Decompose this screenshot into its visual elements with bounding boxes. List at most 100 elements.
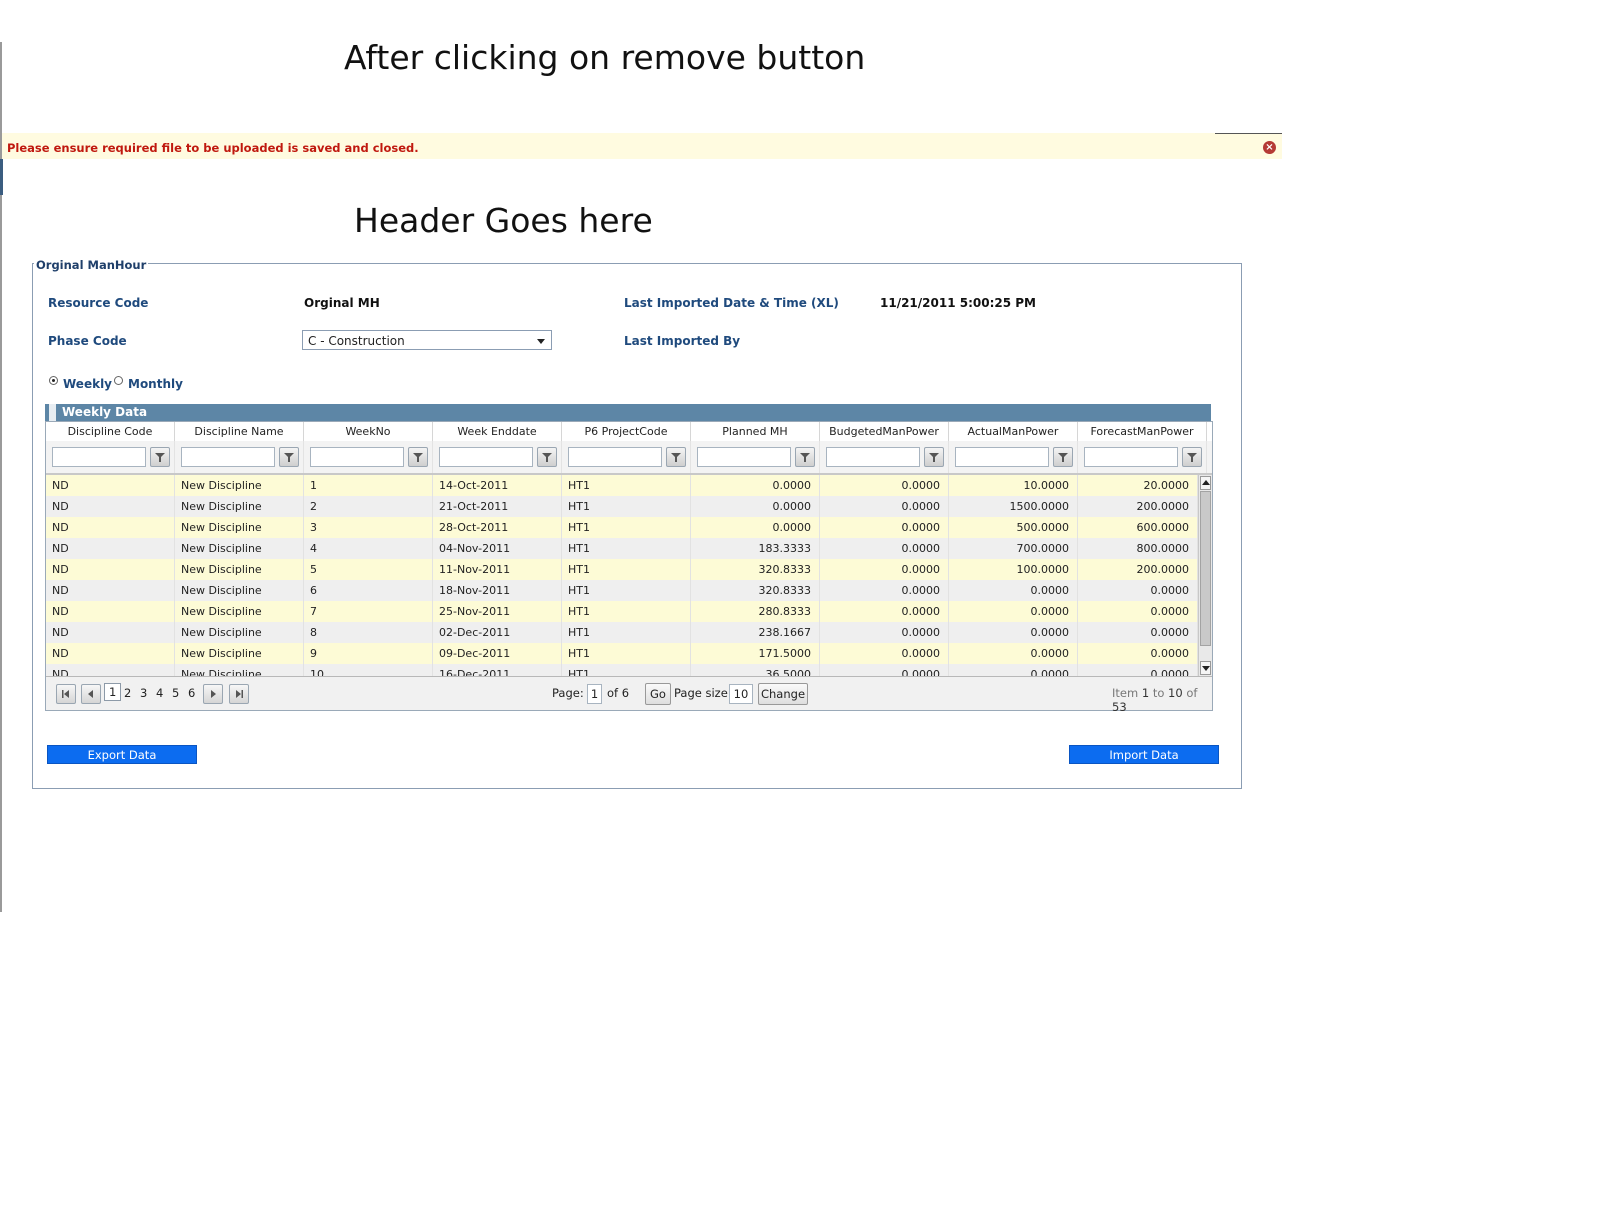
table-cell: 0.0000 [949, 601, 1078, 622]
table-cell: 0.0000 [1078, 601, 1198, 622]
prev-page-icon[interactable] [81, 684, 101, 704]
scroll-up-icon[interactable] [1200, 476, 1211, 490]
filter-input[interactable] [181, 447, 275, 467]
table-cell: 28-Oct-2011 [433, 517, 562, 538]
table-row[interactable]: ND New Discipline 9 09-Dec-2011 HT1 171.5000 0… [46, 643, 1198, 664]
table-cell: 5 [304, 559, 433, 580]
filter-input[interactable] [310, 447, 404, 467]
table-cell: ND [46, 601, 175, 622]
filter-input[interactable] [955, 447, 1049, 467]
table-cell: 0.0000 [1078, 664, 1198, 676]
filter-icon[interactable] [666, 447, 686, 467]
table-row[interactable]: ND New Discipline 7 25-Nov-2011 HT1 280.8333 0… [46, 601, 1198, 622]
page-link[interactable]: 2 [124, 686, 131, 700]
last-page-icon[interactable] [229, 684, 249, 704]
table-cell: 0.0000 [949, 580, 1078, 601]
column-header[interactable]: Planned MH [691, 422, 820, 441]
chevron-down-icon[interactable] [537, 339, 545, 344]
phase-code-select[interactable]: C - Construction [302, 330, 552, 350]
filter-icon[interactable] [537, 447, 557, 467]
table-cell: 21-Oct-2011 [433, 496, 562, 517]
filter-cell [691, 441, 820, 473]
table-cell: 500.0000 [949, 517, 1078, 538]
table-row[interactable]: ND New Discipline 1 14-Oct-2011 HT1 0.0000 0.0… [46, 475, 1198, 496]
filter-input[interactable] [52, 447, 146, 467]
weekly-radio[interactable] [49, 376, 58, 385]
grid-title-bar: Weekly Data [45, 404, 1211, 422]
filter-input[interactable] [826, 447, 920, 467]
next-page-icon[interactable] [203, 684, 223, 704]
column-header[interactable]: P6 ProjectCode [562, 422, 691, 441]
column-header[interactable]: ForecastManPower [1078, 422, 1207, 441]
last-imported-label: Last Imported Date & Time (XL) [624, 296, 839, 310]
grid-title-stripe [49, 404, 56, 421]
page-link[interactable]: 3 [140, 686, 147, 700]
column-header[interactable]: BudgetedManPower [820, 422, 949, 441]
filter-icon[interactable] [150, 447, 170, 467]
table-row[interactable]: ND New Discipline 4 04-Nov-2011 HT1 183.3333 0… [46, 538, 1198, 559]
table-cell: 280.8333 [691, 601, 820, 622]
filter-icon[interactable] [1053, 447, 1073, 467]
column-header[interactable]: WeekNo [304, 422, 433, 441]
filter-cell [46, 441, 175, 473]
table-row[interactable]: ND New Discipline 8 02-Dec-2011 HT1 238.1667 0… [46, 622, 1198, 643]
column-header[interactable]: ActualManPower [949, 422, 1078, 441]
scroll-thumb[interactable] [1200, 491, 1211, 646]
column-header[interactable]: Week Enddate [433, 422, 562, 441]
item-to: 10 [1168, 686, 1183, 700]
page-link[interactable]: 5 [172, 686, 179, 700]
page-link[interactable]: 1 [104, 683, 122, 701]
table-cell: 7 [304, 601, 433, 622]
filter-input[interactable] [439, 447, 533, 467]
grid-body: ND New Discipline 1 14-Oct-2011 HT1 0.0000 0.0… [46, 475, 1198, 676]
table-cell: New Discipline [175, 559, 304, 580]
scroll-down-icon[interactable] [1200, 661, 1211, 675]
table-row[interactable]: ND New Discipline 5 11-Nov-2011 HT1 320.8333 0… [46, 559, 1198, 580]
item-from: 1 [1141, 686, 1150, 700]
table-cell: ND [46, 538, 175, 559]
filter-icon[interactable] [279, 447, 299, 467]
export-data-button[interactable]: Export Data [47, 745, 197, 764]
table-cell: 0.0000 [820, 622, 949, 643]
table-row[interactable]: ND New Discipline 3 28-Oct-2011 HT1 0.0000 0.0… [46, 517, 1198, 538]
table-row[interactable]: ND New Discipline 6 18-Nov-2011 HT1 320.8333 0… [46, 580, 1198, 601]
page-link[interactable]: 6 [188, 686, 195, 700]
page-link[interactable]: 4 [156, 686, 163, 700]
go-button[interactable]: Go [645, 683, 671, 705]
monthly-radio[interactable] [114, 376, 123, 385]
grid-pager: 1 2 3 4 5 6 Page: 1 of 6 Go Page size: 1… [46, 676, 1212, 714]
table-cell: 100.0000 [949, 559, 1078, 580]
filter-icon[interactable] [924, 447, 944, 467]
filter-icon[interactable] [1182, 447, 1202, 467]
grid-title: Weekly Data [62, 405, 148, 419]
page-number-input[interactable]: 1 [587, 684, 602, 704]
table-cell: ND [46, 580, 175, 601]
column-header[interactable]: Discipline Name [175, 422, 304, 441]
filter-input[interactable] [697, 447, 791, 467]
page-size-input[interactable]: 10 [729, 684, 753, 704]
last-imported-by-label: Last Imported By [624, 334, 741, 348]
close-icon[interactable]: × [1263, 141, 1276, 154]
weekly-label[interactable]: Weekly [63, 377, 112, 391]
filter-icon[interactable] [795, 447, 815, 467]
filter-icon[interactable] [408, 447, 428, 467]
last-imported-value: 11/21/2011 5:00:25 PM [880, 296, 1036, 310]
change-button[interactable]: Change [758, 683, 808, 705]
first-page-icon[interactable] [56, 684, 76, 704]
table-cell: 14-Oct-2011 [433, 475, 562, 496]
item-count: Item 1 to 10 of 53 [1112, 686, 1212, 714]
filter-input[interactable] [568, 447, 662, 467]
table-cell: 11-Nov-2011 [433, 559, 562, 580]
filter-cell [562, 441, 691, 473]
table-row[interactable]: ND New Discipline 2 21-Oct-2011 HT1 0.0000 0.0… [46, 496, 1198, 517]
table-cell: 0.0000 [820, 580, 949, 601]
column-header[interactable]: Discipline Code [46, 422, 175, 441]
import-data-button[interactable]: Import Data [1069, 745, 1219, 764]
monthly-label[interactable]: Monthly [128, 377, 183, 391]
left-accent-bar [0, 159, 3, 195]
table-row[interactable]: ND New Discipline 10 16-Dec-2011 HT1 36.5000 0… [46, 664, 1198, 676]
filter-cell [175, 441, 304, 473]
filter-input[interactable] [1084, 447, 1178, 467]
filter-cell [1078, 441, 1207, 473]
vertical-scrollbar[interactable] [1198, 475, 1212, 676]
